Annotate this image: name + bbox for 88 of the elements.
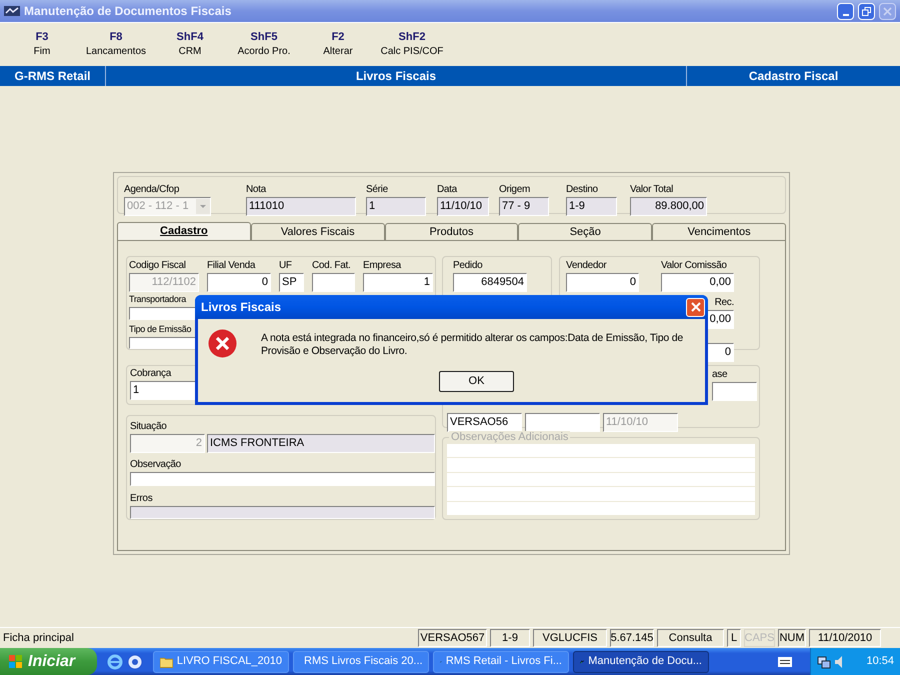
field-label: Série (366, 183, 389, 196)
field-label: UF (279, 259, 293, 272)
close-icon (883, 6, 892, 16)
clock: 10:54 (866, 654, 894, 670)
status-cell: VGLUCFIS (533, 629, 607, 647)
field-label: Rec. (714, 296, 734, 309)
function-key-button[interactable]: F8 Lancamentos (82, 31, 150, 58)
taskbar-item[interactable]: LIVRO FISCAL_2010 (153, 650, 289, 672)
error-icon (208, 329, 237, 358)
taskbar-item[interactable]: RMS Livros Fiscais 20... (293, 650, 429, 672)
input-field[interactable]: 0 (566, 273, 639, 292)
taskbar-item[interactable]: Manutenção de Docu... (573, 650, 709, 672)
input-field[interactable]: 111010 (246, 197, 356, 216)
ok-button[interactable]: OK (439, 371, 514, 392)
dialog-title: Livros Fiscais (201, 299, 282, 316)
input-field[interactable] (312, 273, 355, 292)
browser-icon[interactable] (107, 654, 123, 670)
function-key-button[interactable]: ShF2 Calc PIS/COF (378, 31, 446, 58)
restore-icon (862, 6, 871, 16)
field-label: Nota (246, 183, 268, 196)
field-label: Tipo de Emissão (129, 322, 192, 336)
minimize-button[interactable] (837, 2, 854, 20)
restore-button[interactable] (858, 2, 875, 20)
input-field[interactable] (525, 413, 600, 432)
tab[interactable]: Valores Fiscais (250, 223, 385, 240)
tab[interactable]: Seção (518, 223, 652, 240)
status-cell: 1-9 (490, 629, 530, 647)
windows-flag-icon (8, 654, 24, 670)
function-key-button[interactable]: ShF4 CRM (156, 31, 224, 58)
input-field[interactable]: 1 (366, 197, 426, 216)
field-label: Data (437, 183, 458, 196)
status-text: Ficha principal (2, 630, 75, 646)
window-title: Manutenção de Documentos Fiscais (24, 3, 232, 20)
input-field[interactable]: SP (279, 273, 304, 292)
input-field[interactable]: ICMS FRONTEIRA (207, 434, 435, 453)
field-label: Cod. Fat. (312, 259, 352, 272)
input-field[interactable]: 11/10/10 (437, 197, 489, 216)
field-label: Filial Venda (207, 259, 256, 272)
field-label: Observação (130, 458, 182, 471)
network-icon[interactable] (817, 654, 831, 668)
input-field[interactable]: 0,00 (661, 273, 734, 292)
field-label: ase (712, 368, 728, 381)
status-cell: Consulta (657, 629, 724, 647)
taskbar-item[interactable]: RMS Retail - Livros Fi... (433, 650, 569, 672)
input-field[interactable]: VERSAO56 (447, 413, 522, 432)
function-key-button[interactable]: F3 Fim (8, 31, 76, 58)
input-field[interactable]: 1-9 (566, 197, 617, 216)
input-field[interactable] (712, 382, 757, 401)
field-label: Vendedor (566, 259, 608, 272)
status-cell: 11/10/2010 (809, 629, 881, 647)
field-label: Agenda/Cfop (124, 183, 180, 196)
header-section: Cadastro Fiscal (687, 66, 900, 86)
start-button[interactable]: Iniciar (0, 648, 97, 675)
input-field[interactable]: 1 (363, 273, 433, 292)
field-label: Empresa (363, 259, 402, 272)
field-label: Pedido (453, 259, 484, 272)
header-section: Livros Fiscais (106, 66, 687, 86)
status-cell: NUM (778, 629, 806, 647)
dialog-message: A nota está integrada no financeiro,só é permitido alterar os campos:Data de Emissão, Tipo de Provisão e Observação do Livro. (261, 331, 684, 358)
field-label: Transportadora (129, 293, 188, 306)
status-cell: 5.67.145 (610, 629, 654, 647)
keyboard-icon[interactable] (778, 656, 792, 666)
status-cell: VERSAO567 (418, 629, 487, 647)
tab[interactable]: Vencimentos (652, 223, 786, 240)
status-cell: L (727, 629, 741, 647)
tab[interactable]: Cadastro (117, 222, 251, 240)
input-field[interactable]: 89.800,00 (630, 197, 707, 216)
input-field[interactable]: 77 - 9 (499, 197, 549, 216)
field-label: Destino (566, 183, 599, 196)
input-field[interactable]: 6849504 (453, 273, 527, 292)
field-label: Cobrança (130, 367, 172, 380)
close-icon (690, 302, 700, 312)
group-title: Observações Adicionais (449, 431, 570, 444)
field-label: Codigo Fiscal (129, 259, 187, 272)
function-key-button[interactable]: ShF5 Acordo Pro. (230, 31, 298, 58)
field-label: Valor Total (630, 183, 674, 196)
app-logo-icon (4, 6, 20, 16)
field-label: Erros (130, 492, 154, 504)
input-field[interactable] (130, 472, 435, 486)
function-key-button[interactable]: F2 Alterar (304, 31, 372, 58)
field-label: Valor Comissão (661, 259, 728, 272)
input-field[interactable]: 0 (207, 273, 271, 292)
input-field[interactable] (130, 506, 435, 519)
tab[interactable]: Produtos (384, 223, 518, 240)
field-label: Origem (499, 183, 531, 196)
header-section: G-RMS Retail (0, 66, 106, 86)
field-label: Situação (130, 420, 168, 433)
folder-icon (160, 656, 173, 668)
